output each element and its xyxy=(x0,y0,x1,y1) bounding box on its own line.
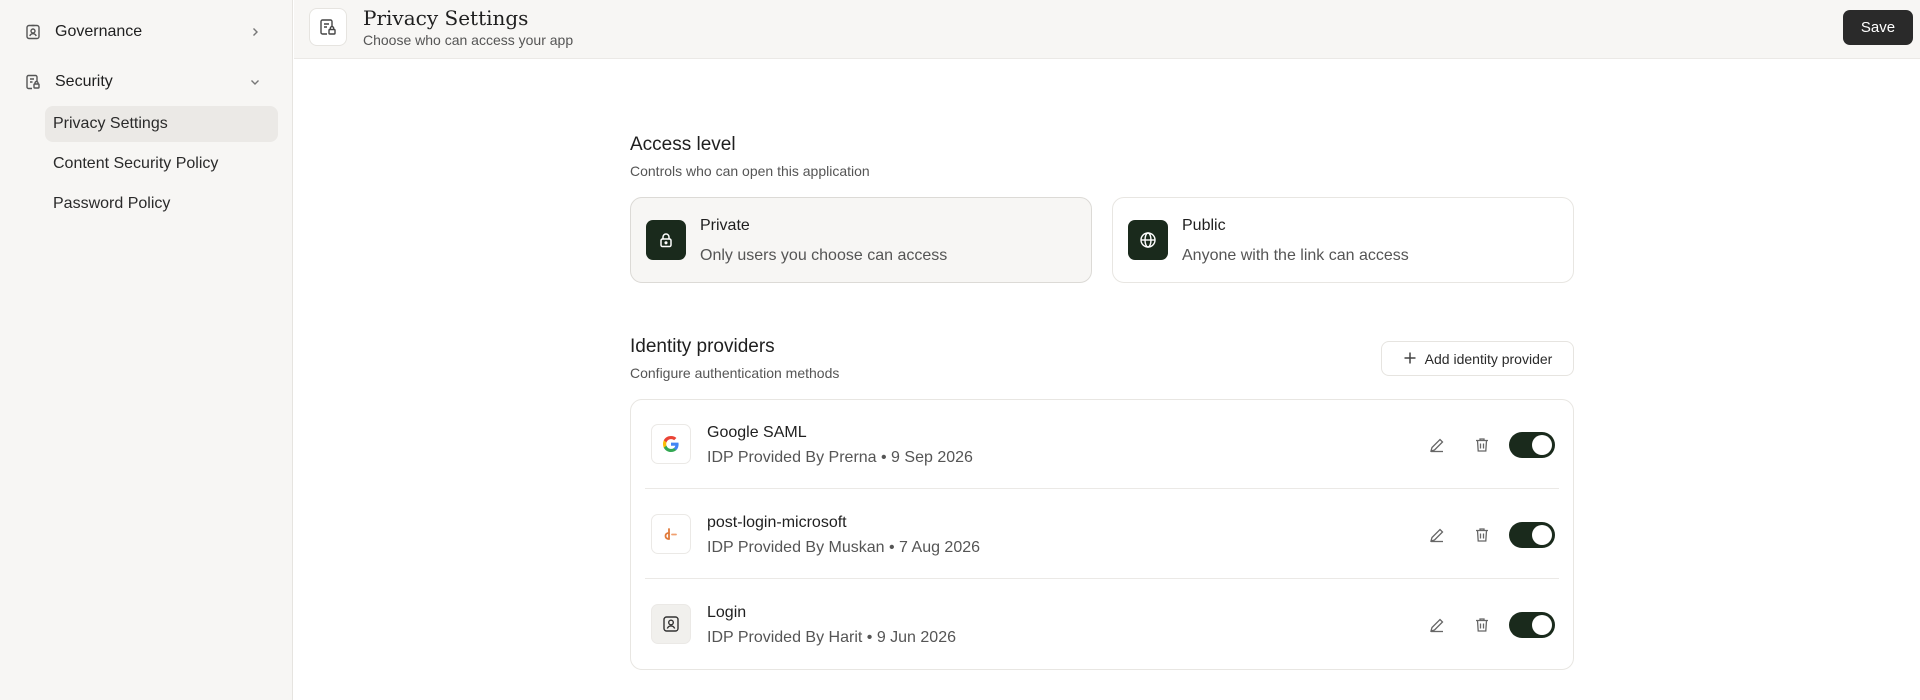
save-button[interactable]: Save xyxy=(1843,10,1913,45)
chevron-right-icon xyxy=(246,23,264,41)
page-subtitle: Choose who can access your app xyxy=(363,32,574,48)
brand-d-icon xyxy=(651,514,691,554)
google-icon xyxy=(651,424,691,464)
toggle-knob xyxy=(1532,615,1552,635)
identity-provider-list: Google SAML IDP Provided By Prerna • 9 S… xyxy=(630,399,1574,670)
access-level-subtitle: Controls who can open this application xyxy=(630,163,870,179)
sidebar-group-label: Governance xyxy=(55,23,143,40)
sidebar-item-password-policy[interactable]: Password Policy xyxy=(45,186,278,222)
trash-icon[interactable] xyxy=(1470,523,1494,547)
sidebar-item-content-security-policy[interactable]: Content Security Policy xyxy=(45,146,278,182)
chevron-down-icon xyxy=(246,73,264,91)
access-option-description: Only users you choose can access xyxy=(700,247,948,264)
sidebar: Governance Security Privacy Settings Con… xyxy=(0,0,293,700)
provider-enabled-toggle[interactable] xyxy=(1509,612,1555,638)
add-identity-provider-button[interactable]: Add identity provider xyxy=(1381,341,1574,376)
user-badge-icon xyxy=(651,604,691,644)
access-option-private[interactable]: Private Only users you choose can access xyxy=(630,197,1092,283)
page-title: Privacy Settings xyxy=(363,6,529,30)
identity-provider-meta: IDP Provided By Muskan • 7 Aug 2026 xyxy=(707,539,981,556)
trash-icon[interactable] xyxy=(1470,613,1494,637)
provider-enabled-toggle[interactable] xyxy=(1509,522,1555,548)
sidebar-group-governance[interactable]: Governance xyxy=(20,14,272,50)
sidebar-group-security[interactable]: Security xyxy=(20,64,272,100)
plus-icon xyxy=(1403,350,1417,368)
lock-icon xyxy=(646,220,686,260)
edit-icon[interactable] xyxy=(1425,433,1449,457)
sidebar-item-label: Content Security Policy xyxy=(53,155,219,172)
access-option-name: Public xyxy=(1182,217,1226,234)
access-level-title: Access level xyxy=(630,134,736,155)
identity-provider-row: post-login-microsoft IDP Provided By Mus… xyxy=(645,490,1559,579)
sidebar-item-label: Privacy Settings xyxy=(53,115,168,132)
trash-icon[interactable] xyxy=(1470,433,1494,457)
shield-doc-icon xyxy=(23,72,43,92)
privacy-doc-icon xyxy=(309,8,347,46)
identity-providers-subtitle: Configure authentication methods xyxy=(630,365,840,381)
identity-provider-meta: IDP Provided By Harit • 9 Jun 2026 xyxy=(707,629,956,646)
edit-icon[interactable] xyxy=(1425,523,1449,547)
provider-enabled-toggle[interactable] xyxy=(1509,432,1555,458)
edit-icon[interactable] xyxy=(1425,613,1449,637)
badge-icon xyxy=(23,22,43,42)
access-option-description: Anyone with the link can access xyxy=(1182,247,1409,264)
main-content: Access level Controls who can open this … xyxy=(294,60,1920,700)
globe-icon xyxy=(1128,220,1168,260)
identity-provider-row: Login IDP Provided By Harit • 9 Jun 2026 xyxy=(645,580,1559,669)
identity-provider-name: Login xyxy=(707,604,747,621)
identity-provider-meta: IDP Provided By Prerna • 9 Sep 2026 xyxy=(707,449,973,466)
sidebar-item-privacy-settings[interactable]: Privacy Settings xyxy=(45,106,278,142)
toggle-knob xyxy=(1532,435,1552,455)
identity-providers-title: Identity providers xyxy=(630,336,775,357)
identity-provider-name: Google SAML xyxy=(707,424,807,441)
sidebar-group-label: Security xyxy=(55,73,113,90)
access-option-name: Private xyxy=(700,217,750,234)
sidebar-item-label: Password Policy xyxy=(53,195,171,212)
identity-provider-name: post-login-microsoft xyxy=(707,514,847,531)
access-option-public[interactable]: Public Anyone with the link can access xyxy=(1112,197,1574,283)
identity-provider-row: Google SAML IDP Provided By Prerna • 9 S… xyxy=(645,400,1559,489)
add-identity-provider-label: Add identity provider xyxy=(1424,350,1553,367)
toggle-knob xyxy=(1532,525,1552,545)
page-header: Privacy Settings Choose who can access y… xyxy=(294,0,1920,59)
